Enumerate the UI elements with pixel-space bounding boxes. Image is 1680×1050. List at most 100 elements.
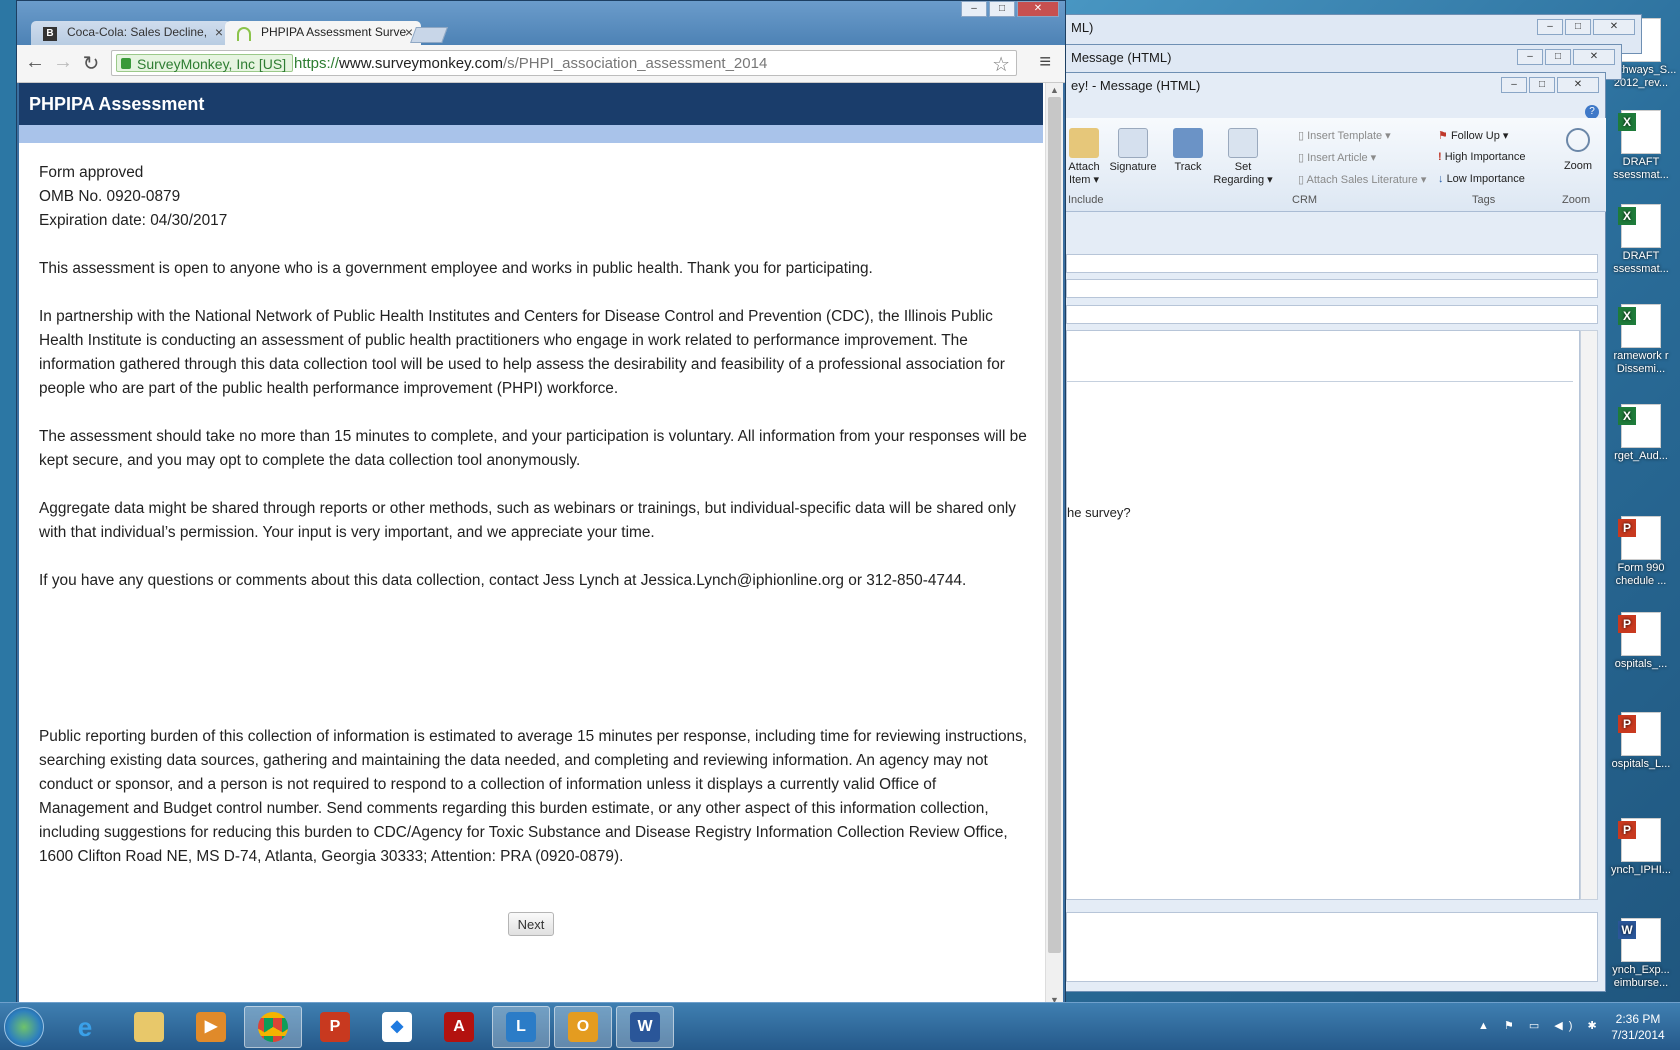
to-field[interactable] — [1066, 254, 1598, 273]
intro-paragraph-4: Aggregate data might be shared through r… — [39, 500, 1016, 541]
system-tray[interactable]: ▲ ⚑ ▭ ◀) ✱ — [1478, 1019, 1603, 1032]
ev-certificate-badge[interactable]: SurveyMonkey, Inc [US] — [116, 54, 294, 72]
maximize-icon[interactable]: □ — [1529, 77, 1555, 93]
bookmark-star-icon[interactable]: ☆ — [992, 52, 1010, 77]
help-icon[interactable]: ? — [1585, 105, 1599, 119]
taskbar-dropbox[interactable]: ◆ — [368, 1006, 426, 1048]
taskbar-lync[interactable]: L — [492, 1006, 550, 1048]
message-body[interactable]: he survey? — [1066, 330, 1580, 900]
insert-article-label: Insert Article ▾ — [1307, 152, 1377, 164]
ev-label: SurveyMonkey, Inc [US] — [137, 56, 287, 72]
page-scrollbar[interactable]: ▲ ▼ — [1045, 83, 1063, 1007]
excel-file-icon — [1618, 304, 1661, 348]
minimize-icon[interactable]: – — [1517, 49, 1543, 65]
forward-arrow-icon[interactable]: → — [51, 51, 75, 74]
taskbar-chrome[interactable] — [244, 1006, 302, 1048]
attach-item-button[interactable]: Attach Item ▾ — [1064, 128, 1104, 186]
desktop-icon-label: ospitals_... — [1614, 658, 1668, 670]
desktop-icon[interactable]: rget_Aud... — [1606, 404, 1676, 463]
excel-file-icon — [1618, 110, 1661, 154]
attach-sales-literature-button[interactable]: ▯ Attach Sales Literature ▾ — [1298, 173, 1426, 186]
body-text: he survey? — [1067, 505, 1131, 520]
follow-up-button[interactable]: ⚑ Follow Up ▾ — [1438, 129, 1508, 142]
set-regarding-label: Set — [1234, 161, 1252, 173]
track-label: Track — [1174, 161, 1202, 173]
insert-article-button[interactable]: ▯ Insert Article ▾ — [1298, 151, 1376, 164]
cc-field[interactable] — [1066, 279, 1598, 298]
track-button[interactable]: Track — [1166, 128, 1210, 173]
taskbar-ie[interactable]: e — [56, 1006, 114, 1048]
expiration-date: Expiration date: 04/30/2017 — [39, 212, 228, 229]
omb-number: OMB No. 0920-0879 — [39, 188, 181, 205]
next-button[interactable]: Next — [508, 912, 554, 936]
desktop-icon[interactable]: ramework r Dissemi... — [1606, 304, 1676, 376]
tab-strip: B Coca-Cola: Sales Decline, × PHPIPA Ass… — [17, 1, 1065, 45]
subject-field[interactable] — [1066, 305, 1598, 324]
set-regarding-button[interactable]: Set Regarding ▾ — [1210, 128, 1276, 186]
survey-content: Form approved OMB No. 0920-0879 Expirati… — [39, 161, 1029, 893]
close-icon[interactable]: ✕ — [1557, 77, 1599, 93]
lync-icon: L — [506, 1012, 536, 1042]
powerpoint-icon: P — [320, 1012, 350, 1042]
url-domain: www.surveymonkey.com — [339, 55, 503, 72]
desktop-icon-label: DRAFT ssessmat... — [1613, 250, 1669, 275]
signature-button[interactable]: Signature — [1106, 128, 1160, 173]
minimize-icon[interactable]: – — [961, 1, 987, 17]
desktop-icon[interactable]: DRAFT ssessmat... — [1606, 110, 1676, 182]
scroll-thumb[interactable] — [1048, 97, 1061, 953]
close-icon[interactable]: ✕ — [1593, 19, 1635, 35]
browser-toolbar: ← → ↻ SurveyMonkey, Inc [US] https://www… — [17, 45, 1065, 83]
maximize-icon[interactable]: □ — [1565, 19, 1591, 35]
scroll-up-icon[interactable]: ▲ — [1050, 85, 1059, 95]
desktop-icon-label: ospitals_L... — [1611, 758, 1671, 770]
taskbar-outlook[interactable]: O — [554, 1006, 612, 1048]
hamburger-menu-icon[interactable]: ≡ — [1039, 51, 1051, 74]
back-arrow-icon[interactable]: ← — [23, 51, 47, 74]
taskbar-explorer[interactable] — [120, 1006, 178, 1048]
desktop-icon[interactable]: Form 990 chedule ... — [1606, 516, 1676, 588]
chrome-window: B Coca-Cola: Sales Decline, × PHPIPA Ass… — [16, 0, 1066, 1008]
taskbar-powerpoint[interactable]: P — [306, 1006, 364, 1048]
desktop-icon[interactable]: DRAFT ssessmat... — [1606, 204, 1676, 276]
attach-sales-label: Attach Sales Literature ▾ — [1306, 174, 1427, 186]
maximize-icon[interactable]: □ — [1545, 49, 1571, 65]
taskbar-word[interactable]: W — [616, 1006, 674, 1048]
zoom-label: Zoom — [1563, 160, 1593, 172]
minimize-icon[interactable]: – — [1537, 19, 1563, 35]
taskbar-media[interactable]: ▶ — [182, 1006, 240, 1048]
tab-phpipa[interactable]: PHPIPA Assessment Surve × — [225, 21, 421, 45]
magnifier-icon — [1566, 128, 1590, 152]
desktop-icon[interactable]: ynch_Exp... eimburse... — [1606, 918, 1676, 990]
close-icon[interactable]: ✕ — [1573, 49, 1615, 65]
group-crm-label: CRM — [1292, 194, 1318, 206]
clock[interactable]: 2:36 PM 7/31/2014 — [1598, 1011, 1678, 1043]
form-approved: Form approved — [39, 164, 144, 181]
folder-icon — [134, 1012, 164, 1042]
body-scrollbar[interactable] — [1580, 330, 1598, 900]
close-icon[interactable]: ✕ — [1017, 1, 1059, 17]
desktop-icon[interactable]: ospitals_... — [1606, 612, 1676, 671]
reload-icon[interactable]: ↻ — [79, 51, 103, 76]
dropbox-icon: ◆ — [382, 1012, 412, 1042]
desktop-icon-label: Form 990 chedule ... — [1615, 562, 1667, 587]
new-tab-button[interactable] — [410, 27, 448, 43]
address-bar[interactable]: SurveyMonkey, Inc [US] https://www.surve… — [111, 50, 1017, 76]
tab-coca-cola[interactable]: B Coca-Cola: Sales Decline, × — [31, 21, 231, 45]
start-button[interactable] — [4, 1007, 44, 1047]
minimize-icon[interactable]: – — [1501, 77, 1527, 93]
tab-close-icon[interactable]: × — [215, 24, 223, 40]
low-importance-button[interactable]: ↓ Low Importance — [1438, 173, 1525, 185]
low-importance-label: Low Importance — [1446, 173, 1525, 185]
powerpoint-file-icon — [1618, 612, 1661, 656]
powerpoint-file-icon — [1618, 516, 1661, 560]
maximize-icon[interactable]: □ — [989, 1, 1015, 17]
acrobat-icon: A — [444, 1012, 474, 1042]
high-importance-button[interactable]: ! High Importance — [1438, 151, 1525, 163]
desktop-icon[interactable]: ospitals_L... — [1606, 712, 1676, 771]
zoom-button[interactable]: Zoom — [1556, 128, 1600, 172]
clock-date: 7/31/2014 — [1611, 1028, 1665, 1042]
insert-template-button[interactable]: ▯ Insert Template ▾ — [1298, 129, 1391, 142]
window-controls-1: – □ ✕ — [1537, 19, 1635, 35]
taskbar-acrobat[interactable]: A — [430, 1006, 488, 1048]
desktop-icon[interactable]: ynch_IPHI... — [1606, 818, 1676, 877]
